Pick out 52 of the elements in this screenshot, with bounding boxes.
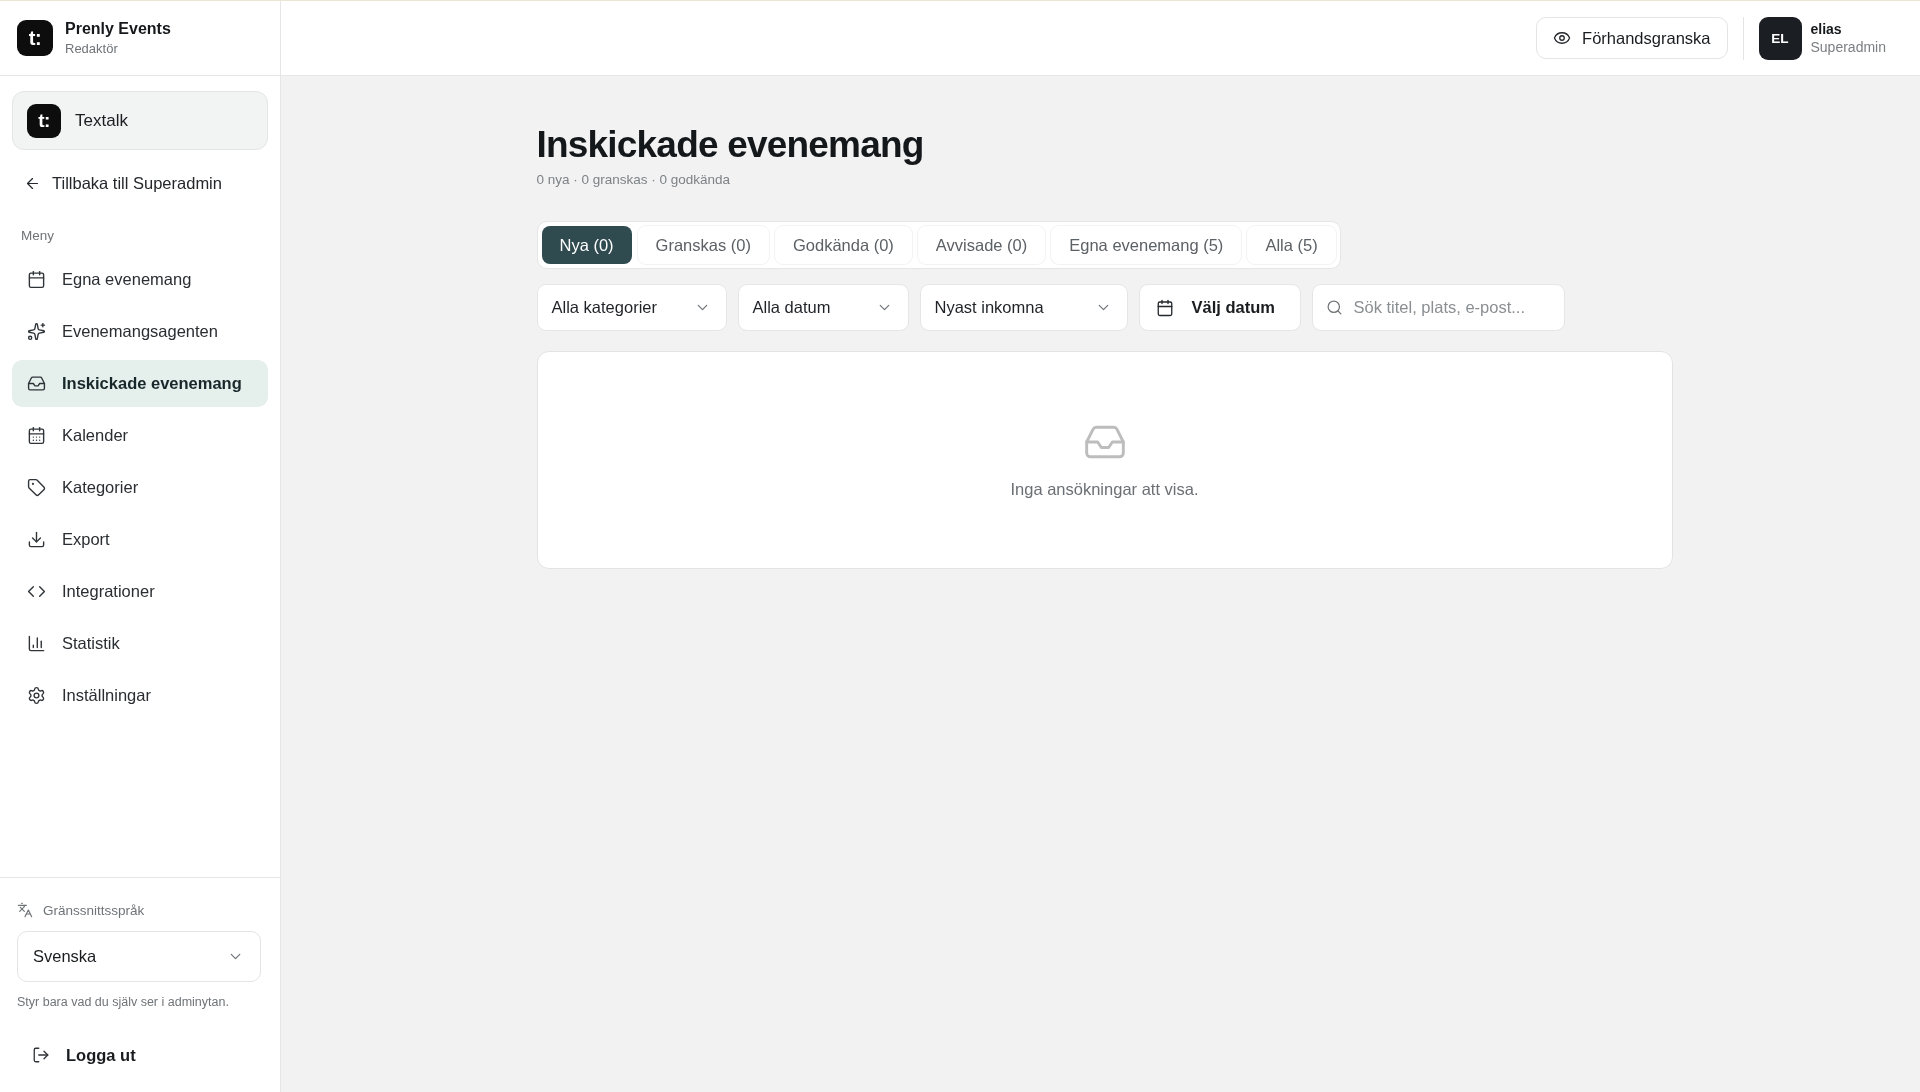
sparkles-icon <box>27 322 46 341</box>
logout-icon <box>32 1046 50 1064</box>
user-name: elias <box>1810 21 1843 37</box>
back-link[interactable]: Tillbaka till Superadmin <box>12 163 230 203</box>
status-tab[interactable]: Alla (5) <box>1247 226 1336 264</box>
bar-chart-icon <box>27 634 46 653</box>
menu-item[interactable]: Export <box>12 516 268 563</box>
menu-item[interactable]: Kategorier <box>12 464 268 511</box>
brand-role: Redaktör <box>65 41 119 56</box>
search-field[interactable]: Sök titel, plats, e-post... <box>1311 284 1565 331</box>
status-tab[interactable]: Egna evenemang (5) <box>1051 226 1242 264</box>
search-icon <box>1325 299 1343 316</box>
user-avatar[interactable]: EL <box>1758 16 1802 60</box>
status-tab[interactable]: Godkända (0) <box>774 226 912 264</box>
language-hint: Styr bara vad du själv ser i adminytan. <box>17 995 230 1009</box>
status-tab[interactable]: Nya (0) <box>541 226 632 264</box>
calendar-grid-icon <box>27 426 46 445</box>
dropdown-select[interactable]: Alla datum <box>737 284 909 331</box>
page-title: Inskickade evenemang <box>536 123 924 167</box>
preview-button[interactable]: Förhandsgranska <box>1536 17 1728 59</box>
download-icon <box>27 530 46 549</box>
logout-button[interactable]: Logga ut <box>17 1033 146 1077</box>
organization-logo: t: <box>27 103 61 138</box>
dropdown-select[interactable]: Alla kategorier <box>536 284 727 331</box>
tag-icon <box>27 478 46 497</box>
user-role: Superadmin <box>1810 39 1886 55</box>
organization-card[interactable]: t: Textalk <box>12 91 268 150</box>
menu-item[interactable]: Inskickade evenemang <box>12 360 268 407</box>
status-tab[interactable]: Avvisade (0) <box>917 226 1046 264</box>
brand-logo: t: <box>17 20 53 56</box>
menu-item[interactable]: Evenemangsagenten <box>12 308 268 355</box>
translate-icon <box>17 902 33 918</box>
settings-icon <box>27 686 46 705</box>
calendar-icon <box>1155 298 1174 317</box>
organization-name: Textalk <box>75 110 128 131</box>
menu-item[interactable]: Inställningar <box>12 672 268 719</box>
language-select[interactable]: Svenska <box>17 931 261 982</box>
menu-item[interactable]: Kalender <box>12 412 268 459</box>
status-summary: 0 nya · 0 granskas · 0 godkända <box>536 172 731 187</box>
inbox-icon <box>27 374 46 393</box>
calendar-icon <box>27 270 46 289</box>
eye-icon <box>1553 29 1572 47</box>
language-label: Gränssnittsspråk <box>43 902 145 918</box>
menu-item[interactable]: Integrationer <box>12 568 268 615</box>
empty-state-message: Inga ansökningar att visa. <box>1010 480 1199 499</box>
status-tab[interactable]: Granskas (0) <box>637 226 769 264</box>
menu-heading: Meny <box>20 228 55 243</box>
menu-item[interactable]: Egna evenemang <box>12 256 268 303</box>
date-picker-button[interactable]: Välj datum <box>1138 284 1301 331</box>
dropdown-select[interactable]: Nyast inkomna <box>919 284 1128 331</box>
menu-item[interactable]: Statistik <box>12 620 268 667</box>
brand-name: Prenly Events <box>65 20 171 38</box>
